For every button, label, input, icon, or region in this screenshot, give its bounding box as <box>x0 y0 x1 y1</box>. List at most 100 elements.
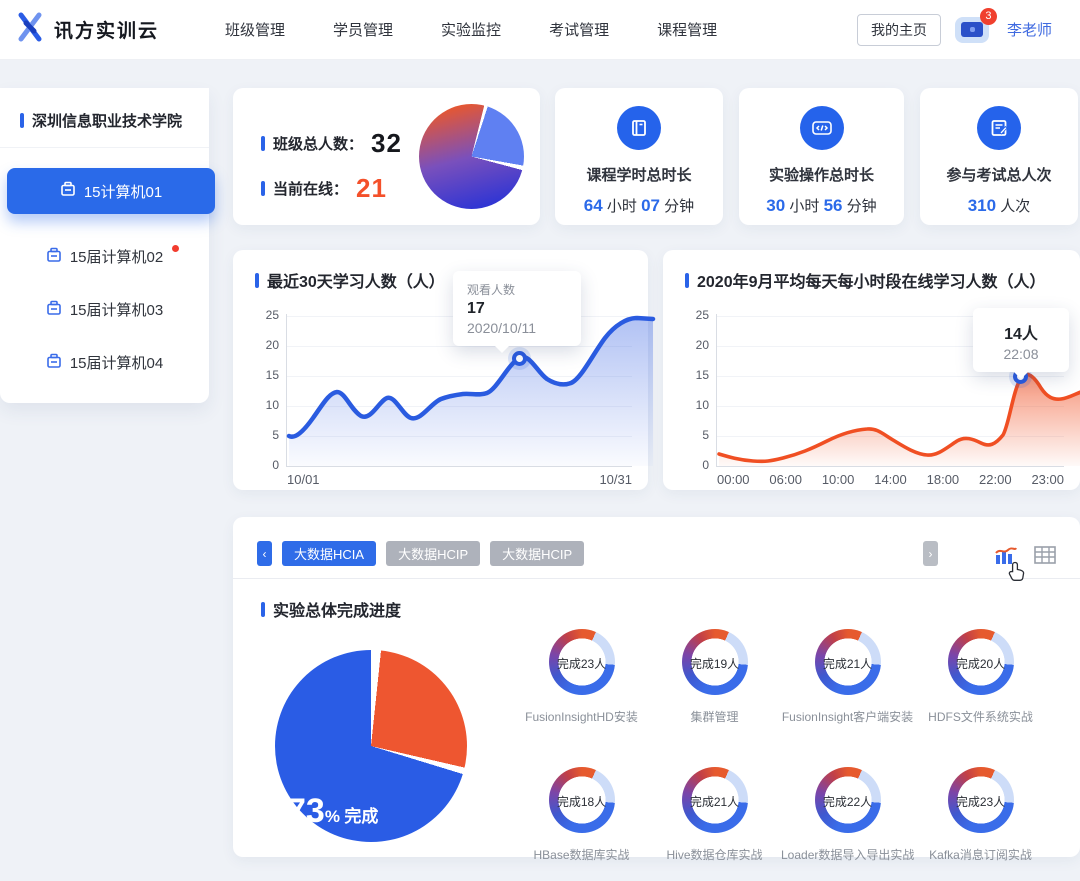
class-label: 15届计算机03 <box>70 299 163 320</box>
my-home-button[interactable]: 我的主页 <box>857 14 941 46</box>
accent-bar <box>261 136 265 151</box>
learners-tooltip: 观看人数 17 2020/10/11 <box>453 271 581 346</box>
class-icon <box>46 247 62 267</box>
experiment-item[interactable]: 完成22人 Loader数据导入导出实战 <box>781 767 914 863</box>
experiment-item[interactable]: 完成23人 Kafka消息订阅实战 <box>914 767 1047 863</box>
brand-name: 讯方实训云 <box>54 16 159 43</box>
donut-count-label: 完成20人 <box>948 655 1014 672</box>
x-tick: 23:00 <box>1031 472 1064 487</box>
sidebar-item-class-04[interactable]: 15届计算机04 <box>0 352 209 373</box>
experiment-item[interactable]: 完成19人 集群管理 <box>648 629 781 725</box>
hourly-online-chart-card: 2020年9月平均每天每小时段在线学习人数（人） 25 20 15 10 5 0 <box>663 250 1080 490</box>
y-tick: 5 <box>255 428 279 442</box>
online-label: 当前在线： <box>273 178 348 199</box>
lab-hours-value: 30 小时 56 分钟 <box>739 195 904 216</box>
current-user-name[interactable]: 李老师 <box>1007 19 1052 40</box>
count-unit: 人次 <box>1000 198 1030 215</box>
tooltip-value: 17 <box>467 300 567 318</box>
lab-hours-label: 实验操作总时长 <box>739 164 904 185</box>
brand: 讯方实训云 <box>16 12 159 47</box>
pie-center-label: 73% 完成 <box>287 792 378 831</box>
minutes-number: 07 <box>641 196 660 215</box>
minutes-number: 56 <box>824 196 843 215</box>
sidebar-item-class-03[interactable]: 15届计算机03 <box>0 299 209 320</box>
experiment-name: FusionInsight客户端安装 <box>781 708 914 725</box>
x-tick: 22:00 <box>979 472 1012 487</box>
class-sidebar: 深圳信息职业技术学院 15计算机01 15届计算机02 <box>0 88 209 403</box>
donut-count-label: 完成18人 <box>549 793 615 810</box>
experiment-name: HDFS文件系统实战 <box>914 708 1047 725</box>
main-nav: 班级管理 学员管理 实验监控 考试管理 课程管理 <box>225 19 717 40</box>
nav-item-course-mgmt[interactable]: 课程管理 <box>657 19 717 40</box>
experiment-item[interactable]: 完成20人 HDFS文件系统实战 <box>914 629 1047 725</box>
recent-learners-chart-title: 最近30天学习人数（人） <box>267 268 445 292</box>
data-point-marker[interactable] <box>512 351 527 366</box>
class-label: 15计算机01 <box>84 181 162 202</box>
hours-unit: 小时 <box>789 198 819 215</box>
y-tick: 10 <box>255 398 279 412</box>
sidebar-item-class-01[interactable]: 15计算机01 <box>7 168 215 214</box>
class-total-value: 32 <box>371 128 402 159</box>
header-right: 我的主页 3 李老师 <box>857 14 1052 46</box>
hourly-online-chart-title: 2020年9月平均每天每小时段在线学习人数（人） <box>697 268 1046 292</box>
hours-number: 64 <box>584 196 603 215</box>
pie-percent-sign: % <box>325 807 340 826</box>
donut-chart: 完成18人 <box>549 767 615 833</box>
exam-icon <box>977 106 1021 150</box>
nav-item-student-mgmt[interactable]: 学员管理 <box>333 19 393 40</box>
donut-chart: 完成21人 <box>815 629 881 695</box>
tab-bigdata-hcip-2[interactable]: 大数据HCIP <box>490 541 584 566</box>
nav-item-exam-mgmt[interactable]: 考试管理 <box>549 19 609 40</box>
y-tick: 20 <box>255 338 279 352</box>
experiment-item[interactable]: 完成18人 HBase数据库实战 <box>515 767 648 863</box>
accent-bar <box>261 181 265 196</box>
hourly-online-chart: 25 20 15 10 5 0 14人 22:08 00: <box>685 306 1070 496</box>
experiment-name: HBase数据库实战 <box>515 846 648 863</box>
sidebar-item-class-02[interactable]: 15届计算机02 <box>0 246 209 267</box>
donut-chart: 完成23人 <box>948 767 1014 833</box>
class-total-row: 班级总人数： 32 <box>261 128 402 159</box>
course-hours-label: 课程学时总时长 <box>555 164 723 185</box>
donut-chart: 完成23人 <box>549 629 615 695</box>
tabs-prev-arrow[interactable]: ‹ <box>257 541 272 566</box>
y-tick: 5 <box>685 428 709 442</box>
title-accent-bar <box>685 273 689 288</box>
top-bar: 讯方实训云 班级管理 学员管理 实验监控 考试管理 课程管理 我的主页 3 李老… <box>0 0 1080 60</box>
notification-icon[interactable]: 3 <box>955 14 993 46</box>
experiment-name: Loader数据导入导出实战 <box>781 846 914 863</box>
donut-chart: 完成22人 <box>815 767 881 833</box>
x-axis-labels: 00:00 06:00 10:00 14:00 18:00 22:00 23:0… <box>717 472 1064 487</box>
x-tick: 06:00 <box>769 472 802 487</box>
experiment-item[interactable]: 完成23人 FusionInsightHD安装 <box>515 629 648 725</box>
tab-bigdata-hcip-1[interactable]: 大数据HCIP <box>386 541 480 566</box>
donut-count-label: 完成23人 <box>948 793 1014 810</box>
y-tick: 25 <box>255 308 279 322</box>
x-axis-labels: 10/01 10/31 <box>287 472 632 487</box>
tabs-next-arrow[interactable]: › <box>923 541 938 566</box>
tab-bigdata-hcia[interactable]: 大数据HCIA <box>282 541 376 566</box>
experiment-item[interactable]: 完成21人 FusionInsight客户端安装 <box>781 629 914 725</box>
overall-completion-pie-chart: 73% 完成 <box>275 650 467 842</box>
experiment-name: 集群管理 <box>648 708 781 725</box>
y-tick: 0 <box>255 458 279 472</box>
donut-chart: 完成21人 <box>682 767 748 833</box>
experiment-name: Hive数据仓库实战 <box>648 846 781 863</box>
tooltip-label: 观看人数 <box>467 281 567 298</box>
online-value: 21 <box>356 173 387 204</box>
y-tick: 20 <box>685 338 709 352</box>
nav-item-class-mgmt[interactable]: 班级管理 <box>225 19 285 40</box>
recent-learners-chart-card: 最近30天学习人数（人） 25 20 15 10 5 0 观看人数 1 <box>233 250 648 490</box>
nav-item-lab-monitor[interactable]: 实验监控 <box>441 19 501 40</box>
hourly-tooltip: 14人 22:08 <box>973 308 1069 372</box>
class-online-pie-chart <box>419 104 524 209</box>
book-icon <box>617 106 661 150</box>
notification-badge: 3 <box>980 8 997 25</box>
experiment-item[interactable]: 完成21人 Hive数据仓库实战 <box>648 767 781 863</box>
y-tick: 15 <box>685 368 709 382</box>
minutes-unit: 分钟 <box>664 198 694 215</box>
experiment-donut-grid: 完成23人 FusionInsightHD安装 完成19人 集群管理 完成21人… <box>515 629 1047 863</box>
course-hours-card: 课程学时总时长 64 小时 07 分钟 <box>555 88 723 225</box>
class-label: 15届计算机04 <box>70 352 163 373</box>
x-tick: 10:00 <box>822 472 855 487</box>
table-view-icon[interactable] <box>1034 545 1056 572</box>
